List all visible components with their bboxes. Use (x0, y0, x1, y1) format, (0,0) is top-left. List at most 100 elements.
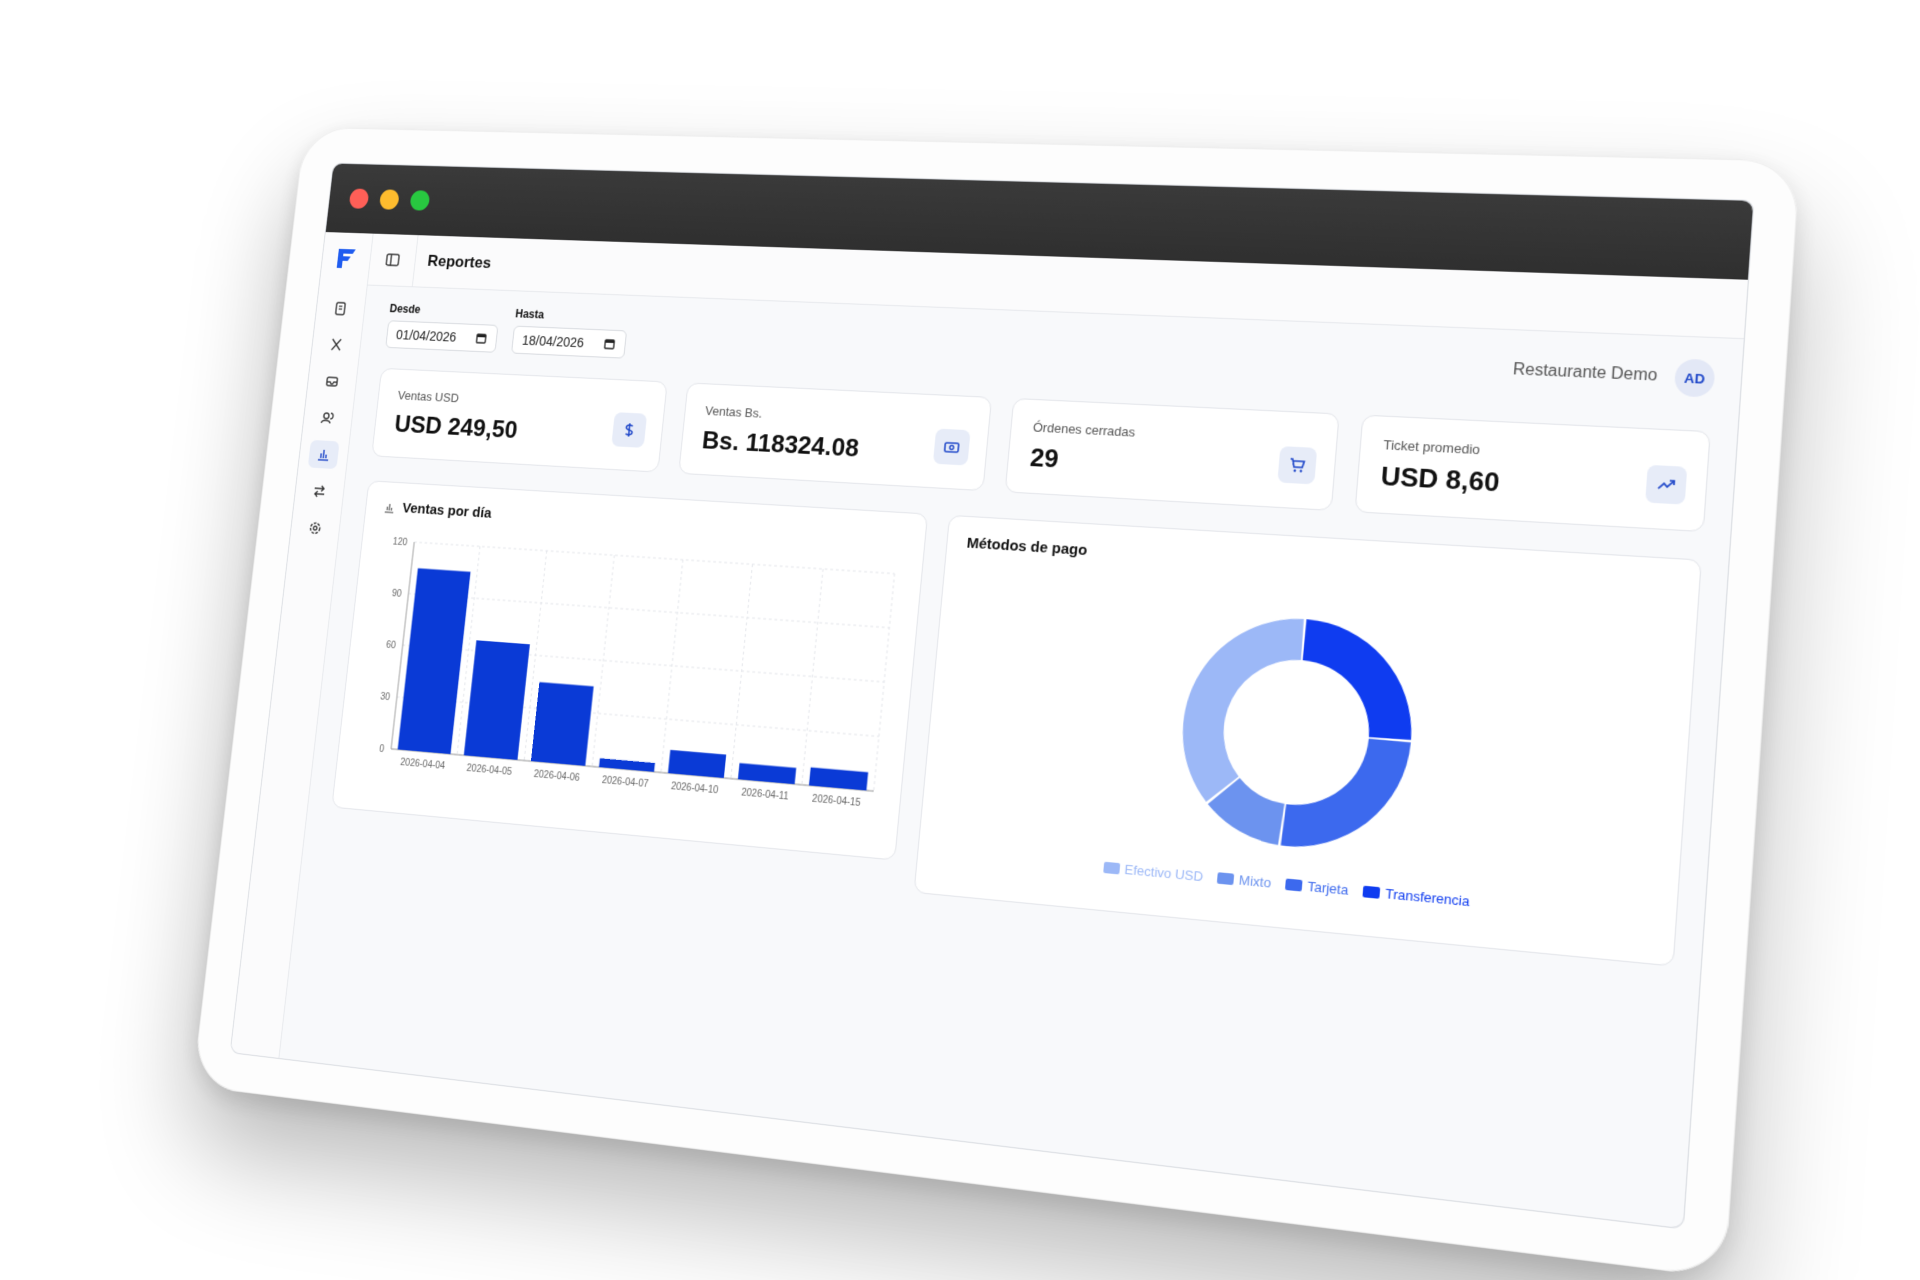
clipboard-icon (332, 300, 349, 317)
brand-f-logo-icon (336, 248, 356, 269)
legend-label: Tarjeta (1306, 878, 1350, 898)
sidebar-item-orders[interactable] (325, 294, 357, 322)
bar[interactable] (737, 763, 797, 785)
stat-value: USD 249,50 (393, 409, 519, 444)
stage: Reportes Desde 01/04/2026 Hasta 18/04/20… (0, 0, 1920, 1280)
close-window-button[interactable] (348, 188, 370, 209)
inbox-icon (324, 373, 341, 390)
stat-icon-box (1645, 464, 1688, 505)
stat-icon-box (1276, 446, 1317, 485)
hasta-value: 18/04/2026 (521, 332, 585, 351)
legend-item[interactable]: Mixto (1216, 870, 1272, 891)
bar-chart-title-text: Ventas por día (401, 500, 493, 522)
stat-icon-box (610, 412, 647, 448)
donut-chart-panel: Métodos de pago Efectivo USD Mixto Tarjeta… (913, 514, 1702, 967)
device-frame: Reportes Desde 01/04/2026 Hasta 18/04/20… (192, 126, 1801, 1279)
sidebar-item-reports[interactable] (307, 439, 340, 470)
donut-chart-svg (1176, 611, 1420, 857)
stat-icon-box (932, 428, 971, 466)
utensils-icon (328, 336, 345, 353)
legend-item[interactable]: Tarjeta (1285, 876, 1349, 898)
bar[interactable] (463, 640, 530, 760)
desde-date-input[interactable]: 01/04/2026 (385, 320, 499, 353)
sidebar-item-settings[interactable] (299, 513, 331, 543)
dollar-icon (620, 421, 638, 439)
y-tick-label: 30 (380, 692, 391, 703)
y-tick-label: 60 (385, 640, 396, 651)
sidebar-toggle-button[interactable] (367, 233, 419, 287)
page-title: Reportes (426, 252, 493, 272)
stat-value: USD 8,60 (1379, 460, 1501, 498)
legend-item[interactable]: Transferencia (1362, 884, 1471, 910)
x-tick-label: 2026-04-10 (670, 781, 719, 796)
banknote-icon (942, 438, 961, 457)
gear-icon (307, 519, 324, 537)
y-tick-label: 0 (379, 744, 385, 755)
main-content: Desde 01/04/2026 Hasta 18/04/2026 Restau… (278, 285, 1743, 1229)
x-tick-label: 2026-04-07 (601, 775, 649, 790)
legend-label: Mixto (1238, 872, 1272, 891)
y-tick-label: 90 (391, 588, 402, 599)
calendar-icon (474, 331, 488, 344)
hasta-label: Hasta (514, 307, 545, 322)
filter-desde: Desde 01/04/2026 (385, 302, 500, 353)
legend-item[interactable]: Efectivo USD (1102, 860, 1204, 885)
x-tick-label: 2026-04-05 (466, 763, 513, 778)
bar[interactable] (808, 767, 869, 791)
grid-line (408, 594, 889, 628)
brand-logo[interactable] (319, 232, 374, 285)
legend-label: Transferencia (1384, 885, 1471, 910)
legend-swatch (1362, 885, 1381, 899)
desde-value: 01/04/2026 (395, 327, 458, 345)
stat-card-ventas-bs: Ventas Bs. Bs. 118324.08 (677, 382, 993, 492)
user-area: Restaurante Demo AD (1511, 352, 1716, 398)
x-tick-label: 2026-04-04 (400, 757, 446, 772)
x-tick-label: 2026-04-06 (533, 769, 580, 784)
bar-chart-svg: 0 30 60 90 120 2026-04-04 2026-04-05 2026-04-06… (379, 537, 915, 809)
avatar[interactable]: AD (1673, 358, 1716, 398)
bar-chart-title: Ventas por día (383, 499, 493, 522)
app-window: Reportes Desde 01/04/2026 Hasta 18/04/20… (230, 163, 1754, 1229)
trending-up-icon (1656, 475, 1677, 495)
bar-chart-icon (315, 446, 332, 463)
sidebar-item-users[interactable] (312, 403, 344, 432)
x-tick-label: 2026-04-11 (741, 787, 789, 802)
cart-icon (1287, 456, 1307, 473)
bar[interactable] (667, 749, 727, 779)
donut-slice[interactable] (1296, 619, 1420, 741)
desde-label: Desde (389, 301, 422, 317)
y-tick-label: 120 (392, 537, 408, 548)
chart-panels: Ventas por día 0 30 60 90 120 2026-04-04 2026-… (328, 480, 1702, 967)
stat-card-ticket: Ticket promedio USD 8,60 (1353, 414, 1711, 533)
grid-line (414, 542, 894, 574)
sidebar-item-transfers[interactable] (303, 477, 335, 506)
maximize-window-button[interactable] (409, 190, 431, 211)
bar-chart-icon (383, 500, 396, 514)
x-tick-label: 2026-04-15 (812, 794, 862, 809)
transfer-icon (311, 483, 328, 501)
donut-slice[interactable] (1280, 732, 1411, 857)
restaurant-name: Restaurante Demo (1512, 361, 1659, 385)
minimize-window-button[interactable] (378, 189, 400, 210)
date-filters: Desde 01/04/2026 Hasta 18/04/2026 (385, 302, 629, 359)
legend-swatch (1216, 872, 1235, 886)
users-icon (319, 409, 336, 426)
legend-swatch (1102, 861, 1121, 875)
bar-chart-panel: Ventas por día 0 30 60 90 120 2026-04-04 2026-… (331, 480, 929, 861)
stat-card-ordenes: Órdenes cerradas 29 (1004, 397, 1340, 511)
legend-label: Efectivo USD (1123, 861, 1204, 885)
grid-line (874, 574, 895, 791)
bar[interactable] (530, 682, 594, 766)
donut-chart-title: Métodos de pago (966, 534, 1088, 560)
stat-value: 29 (1028, 442, 1060, 474)
stat-card-ventas-usd: Ventas USD USD 249,50 (371, 367, 668, 473)
sidebar-item-inbox[interactable] (316, 367, 348, 396)
sidebar-toggle-icon (384, 251, 401, 268)
grid-line (661, 560, 683, 773)
filter-hasta: Hasta 18/04/2026 (511, 307, 629, 359)
stat-value: Bs. 118324.08 (700, 425, 861, 463)
calendar-icon (603, 337, 617, 351)
sidebar-item-menu[interactable] (320, 330, 352, 359)
legend-swatch (1285, 878, 1303, 892)
hasta-date-input[interactable]: 18/04/2026 (511, 325, 628, 359)
